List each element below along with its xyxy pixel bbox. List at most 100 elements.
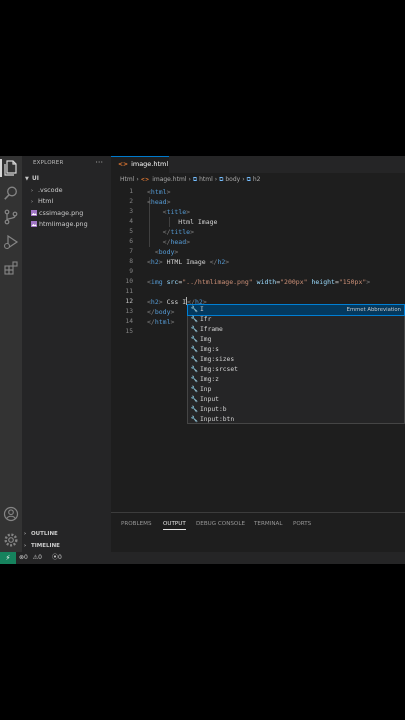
suggestion-detail: Emmet Abbreviation [346,307,401,313]
suggestion-item[interactable]: 🔧 Ifr [188,315,404,325]
tab-ports[interactable]: PORTS [293,519,311,529]
line-number: 8 [129,258,133,265]
line-number: 5 [129,228,133,235]
wrench-icon: 🔧 [190,376,199,383]
chevron-right-icon: › [31,199,33,205]
wrench-icon: 🔧 [190,356,199,363]
line-number: 3 [129,208,133,215]
code-line: <head> [147,198,171,206]
file-htmlimage[interactable]: htmlimage.png [31,219,88,230]
suggestion-item[interactable]: 🔧 Img:srcset [188,365,404,375]
suggestion-item[interactable]: 🔧 Inp [188,385,404,395]
wrench-icon: 🔧 [190,346,199,353]
folder-root-label: UI [32,176,39,182]
run-debug-icon[interactable] [3,234,19,250]
explorer-icon[interactable] [3,160,19,176]
account-icon[interactable] [3,506,19,522]
suggestion-item[interactable]: 🔧 Img:s [188,345,404,355]
line-number: 4 [129,218,133,225]
html-file-icon: <> [118,161,129,168]
line-number: 10 [125,278,133,285]
error-count: 0 [24,554,28,561]
extensions-icon[interactable] [3,260,19,276]
tab-debug-console[interactable]: DEBUG CONSOLE [196,519,245,529]
ports-count: 0 [58,554,62,561]
element-icon: ⧉ [192,176,198,183]
breadcrumb-item[interactable]: h2 [253,176,261,183]
file-cssimage[interactable]: cssimage.png [31,208,83,219]
timeline-section[interactable]: › TIMELINE [24,541,60,552]
folder-vscode[interactable]: › .vscode [31,185,63,196]
code-line: </title> [162,228,194,236]
chevron-right-icon: › [24,531,27,537]
code-line: <img src="../htmlimage.png" width="200px… [147,278,371,286]
suggestion-item[interactable]: 🔧 Img:z [188,375,404,385]
suggestion-item[interactable]: 🔧 I Emmet Abbreviation [187,304,405,316]
line-number-current: 12 [125,298,133,305]
code-line: </head> [162,238,191,246]
vscode-window: EXPLORER ··· ▼ UI › .vscode › Html cssimage… [0,156,405,564]
wrench-icon: 🔧 [190,306,199,313]
tab-image-html[interactable]: <> image.html [111,156,169,173]
suggestion-item[interactable]: 🔧 Iframe [188,325,404,335]
active-indicator [0,159,2,177]
bottom-panel: PROBLEMS OUTPUT DEBUG CONSOLE TERMINAL P… [111,512,405,553]
wrench-icon: 🔧 [190,366,199,373]
suggestion-item[interactable]: 🔧 Input:btn [188,415,404,425]
line-number: 9 [129,268,133,275]
suggestion-widget: 🔧 I Emmet Abbreviation 🔧 Ifr 🔧 Iframe 🔧 Img 🔧… [187,304,405,424]
wrench-icon: 🔧 [190,326,199,333]
line-number: 7 [129,248,133,255]
folder-html[interactable]: › Html [31,196,53,207]
source-control-icon[interactable] [3,209,19,225]
code-line: </body> [147,308,175,316]
timeline-label: TIMELINE [31,543,60,549]
status-ports[interactable]: ⦿0 [52,552,62,564]
element-icon: ⧉ [219,176,224,183]
suggestion-item[interactable]: 🔧 Input:b [188,405,404,415]
breadcrumb-item[interactable]: html [199,176,213,183]
suggestion-item[interactable]: 🔧 Img:sizes [188,355,404,365]
breadcrumb-item[interactable]: body [225,176,240,183]
file-cssimage-label: cssimage.png [39,209,84,217]
status-bar: ⚡ ⊗0 ⚠0 ⦿0 [0,552,405,564]
wrench-icon: 🔧 [190,396,199,403]
line-number: 11 [125,288,133,295]
suggestion-item[interactable]: 🔧 Img [188,335,404,345]
outline-section[interactable]: › OUTLINE [24,529,58,540]
code-line: <body> [154,248,179,256]
tab-label: image.html [131,160,169,168]
tab-problems[interactable]: PROBLEMS [121,519,152,529]
outline-label: OUTLINE [31,531,58,537]
explorer-title: EXPLORER [33,160,64,166]
search-icon[interactable] [3,185,19,201]
suggestion-item[interactable]: 🔧 Input [188,395,404,405]
code-line: Html Image [147,218,218,226]
line-number: 6 [129,238,133,245]
folder-vscode-label: .vscode [38,186,63,194]
element-icon: ⧉ [246,176,251,183]
more-actions-icon[interactable]: ··· [95,158,103,167]
wrench-icon: 🔧 [190,406,199,413]
code-line: <h2> HTML Image </h2> [147,258,230,266]
line-number: 2 [129,198,133,205]
breadcrumb-item[interactable]: Html [120,176,134,183]
tab-terminal[interactable]: TERMINAL [254,519,282,529]
file-htmlimage-label: htmlimage.png [39,220,88,228]
remote-icon[interactable]: ⚡ [0,552,16,564]
warning-count: 0 [38,554,42,561]
activity-bar [0,156,22,552]
chevron-right-icon: › [24,543,27,549]
code-line: <html> [147,188,171,196]
code-line: </html> [147,318,175,326]
breadcrumb-item[interactable]: image.html [152,176,186,183]
status-problems[interactable]: ⊗0 ⚠0 [19,552,42,564]
chevron-down-icon: ▼ [25,176,29,182]
wrench-icon: 🔧 [190,416,199,423]
tab-output[interactable]: OUTPUT [163,519,186,530]
folder-html-label: Html [38,197,54,205]
tab-bar: <> image.html [111,156,405,173]
wrench-icon: 🔧 [190,336,199,343]
folder-root[interactable]: ▼ UI [25,173,39,184]
settings-gear-icon[interactable] [3,532,19,548]
